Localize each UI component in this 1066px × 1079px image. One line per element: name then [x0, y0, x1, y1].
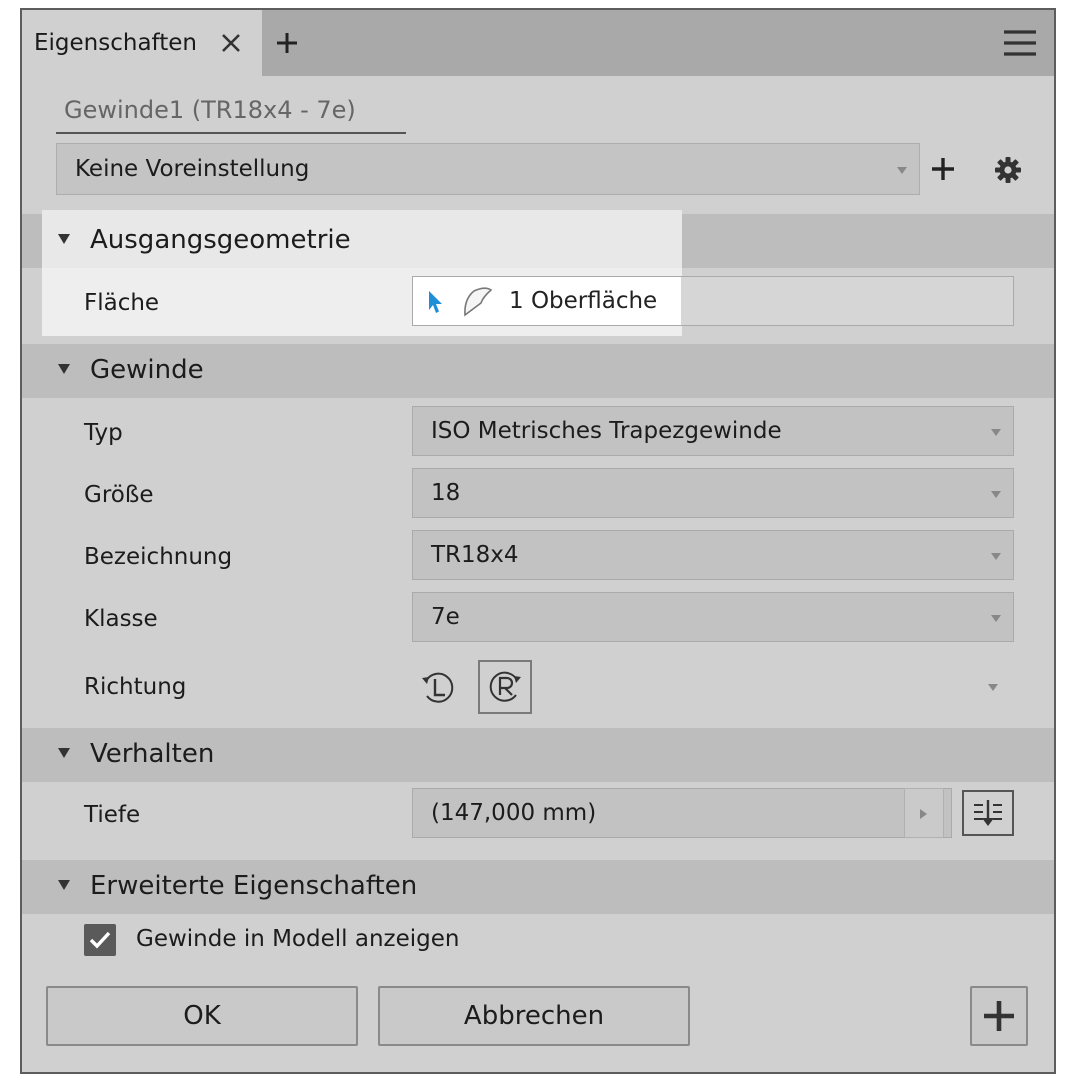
- close-icon[interactable]: [218, 30, 244, 56]
- designation-dropdown[interactable]: TR18x4: [412, 530, 1014, 580]
- depth-value: (147,000 mm): [431, 800, 597, 826]
- chevron-down-icon: [991, 615, 1001, 622]
- collapse-caret-icon: [58, 234, 70, 244]
- properties-panel: Eigenschaften Gewinde1 (TR18x4 - 7e) Kei…: [20, 8, 1056, 1074]
- left-hand-thread-icon[interactable]: [416, 666, 460, 710]
- section-title: Gewinde: [90, 355, 204, 385]
- section-title: Ausgangsgeometrie: [90, 225, 351, 255]
- section-thread-header[interactable]: Gewinde: [22, 344, 1054, 398]
- face-selector[interactable]: 1 Oberfläche: [412, 276, 1014, 326]
- feature-name-field[interactable]: Gewinde1 (TR18x4 - 7e): [56, 94, 406, 134]
- depth-expand-button[interactable]: [904, 788, 944, 838]
- show-in-model-checkbox[interactable]: [84, 924, 116, 956]
- section-advanced-header[interactable]: Erweiterte Eigenschaften: [22, 860, 1054, 914]
- type-label: Typ: [84, 420, 123, 446]
- right-hand-thread-icon[interactable]: [478, 660, 532, 714]
- designation-label: Bezeichnung: [84, 544, 233, 570]
- tab-title: Eigenschaften: [34, 30, 197, 56]
- chevron-down-icon: [991, 429, 1001, 436]
- size-label: Größe: [84, 482, 154, 508]
- depth-label: Tiefe: [84, 802, 141, 828]
- add-button[interactable]: [970, 986, 1028, 1046]
- class-value: 7e: [431, 604, 460, 630]
- size-dropdown[interactable]: 18: [412, 468, 1014, 518]
- gear-icon[interactable]: [992, 154, 1024, 186]
- face-value: 1 Oberfläche: [509, 288, 658, 314]
- ok-button[interactable]: OK: [46, 986, 358, 1046]
- class-label: Klasse: [84, 606, 158, 632]
- chevron-down-icon: [991, 553, 1001, 560]
- collapse-caret-icon: [58, 748, 70, 758]
- direction-label: Richtung: [84, 674, 187, 700]
- cancel-label: Abbrechen: [463, 1001, 605, 1031]
- preset-dropdown[interactable]: Keine Voreinstellung: [56, 143, 920, 195]
- preset-value: Keine Voreinstellung: [75, 156, 310, 182]
- hamburger-menu-icon[interactable]: [1002, 28, 1038, 58]
- designation-value: TR18x4: [431, 542, 519, 568]
- chevron-down-icon: [991, 491, 1001, 498]
- section-input-geometry-header[interactable]: Ausgangsgeometrie: [22, 210, 1054, 268]
- collapse-caret-icon: [58, 364, 70, 374]
- depth-direction-icon[interactable]: [962, 790, 1014, 836]
- face-label: Fläche: [84, 290, 160, 316]
- type-value: ISO Metrisches Trapezgewinde: [431, 418, 782, 444]
- depth-input[interactable]: (147,000 mm): [412, 788, 952, 838]
- ok-label: OK: [183, 1001, 221, 1031]
- section-title: Verhalten: [90, 739, 215, 769]
- tab-bar: Eigenschaften: [22, 10, 1054, 76]
- plus-icon[interactable]: [274, 30, 300, 56]
- add-preset-plus-icon[interactable]: [928, 154, 958, 184]
- collapse-caret-icon: [58, 880, 70, 890]
- cancel-button[interactable]: Abbrechen: [378, 986, 690, 1046]
- feature-name: Gewinde1 (TR18x4 - 7e): [64, 96, 356, 124]
- section-title: Erweiterte Eigenschaften: [90, 871, 418, 901]
- section-behavior-header[interactable]: Verhalten: [22, 728, 1054, 782]
- surface-icon: [461, 287, 493, 321]
- chevron-down-icon[interactable]: [988, 684, 998, 691]
- tab-properties[interactable]: Eigenschaften: [22, 10, 262, 76]
- class-dropdown[interactable]: 7e: [412, 592, 1014, 642]
- chevron-down-icon: [897, 167, 907, 174]
- plus-icon: [984, 1001, 1014, 1031]
- size-value: 18: [431, 480, 461, 506]
- select-arrow-icon: [427, 290, 443, 318]
- chevron-right-icon: [920, 809, 927, 819]
- show-in-model-label: Gewinde in Modell anzeigen: [136, 926, 460, 952]
- type-dropdown[interactable]: ISO Metrisches Trapezgewinde: [412, 406, 1014, 456]
